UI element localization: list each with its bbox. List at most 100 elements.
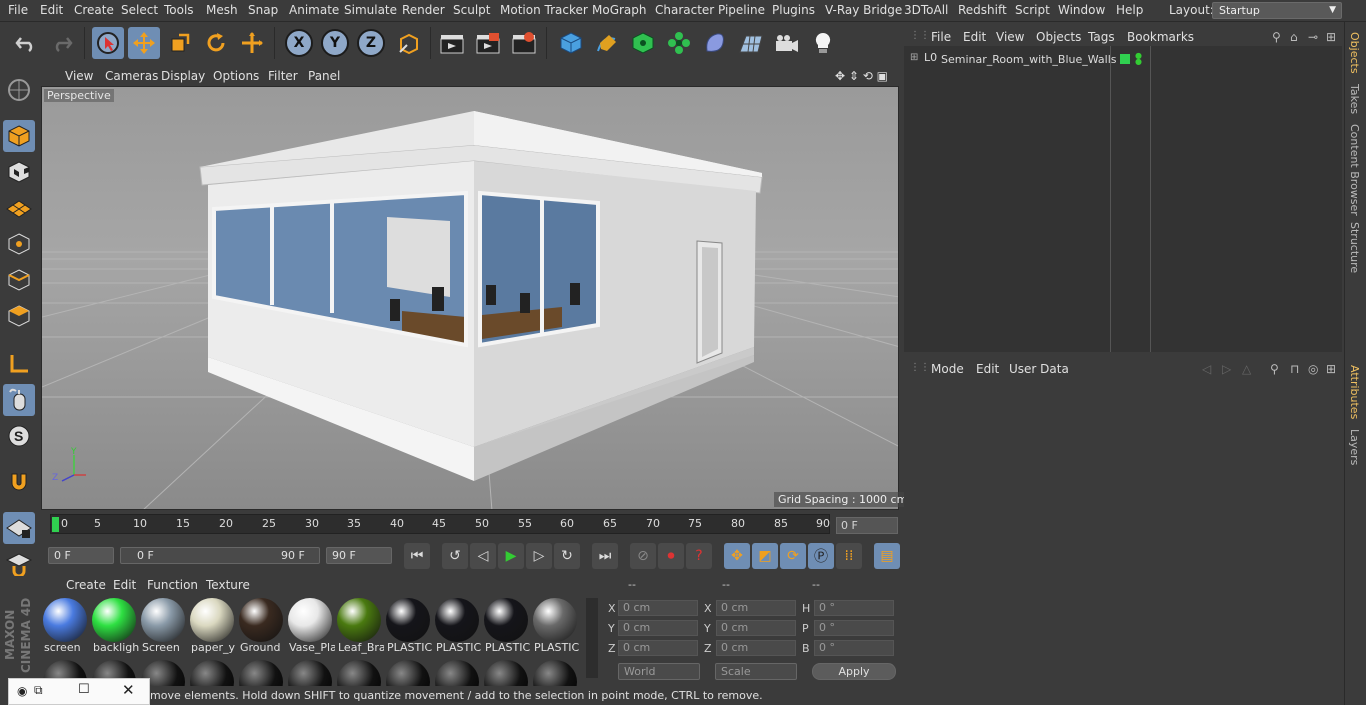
render-settings-button[interactable] bbox=[508, 27, 540, 59]
material-swatch[interactable]: PLASTIC bbox=[434, 596, 481, 654]
layout-select[interactable]: Startup ▼ bbox=[1212, 2, 1342, 19]
restore-icon[interactable]: ⧉ bbox=[34, 683, 43, 698]
coord-value-field[interactable]: 0 cm bbox=[618, 620, 698, 636]
menu-3dtoall[interactable]: 3DToAll bbox=[904, 3, 948, 17]
search-icon[interactable]: ⚲ bbox=[1272, 30, 1281, 44]
back-arrow-icon[interactable]: ◁ bbox=[1202, 362, 1211, 376]
attributes-menu-mode[interactable]: Mode bbox=[931, 362, 964, 376]
objects-menu-view[interactable]: View bbox=[996, 30, 1024, 44]
auto-keying-button[interactable]: ⏺ bbox=[658, 543, 684, 569]
coord-value-field[interactable]: 0 cm bbox=[618, 600, 698, 616]
scale-tool-button[interactable] bbox=[164, 27, 196, 59]
menu-sculpt[interactable]: Sculpt bbox=[453, 3, 490, 17]
material-swatch[interactable]: backligh bbox=[91, 596, 139, 654]
viewport-menu-display[interactable]: Display bbox=[161, 69, 205, 83]
menu-simulate[interactable]: Simulate bbox=[344, 3, 397, 17]
texture-mode-button[interactable] bbox=[3, 156, 35, 188]
camera-button[interactable] bbox=[771, 27, 803, 59]
objects-menu-bookmarks[interactable]: Bookmarks bbox=[1127, 30, 1194, 44]
objects-menu-tags[interactable]: Tags bbox=[1088, 30, 1115, 44]
attributes-menu-user-data[interactable]: User Data bbox=[1009, 362, 1069, 376]
coord-value-field[interactable]: 0 cm bbox=[618, 640, 698, 656]
axis-mode-button[interactable] bbox=[3, 348, 35, 380]
material-swatch[interactable]: screen bbox=[42, 596, 88, 654]
forward-arrow-icon[interactable]: ▷ bbox=[1222, 362, 1231, 376]
deformer-button[interactable] bbox=[699, 27, 731, 59]
render-picture-viewer-button[interactable] bbox=[472, 27, 504, 59]
viewport-menu-cameras[interactable]: Cameras bbox=[105, 69, 158, 83]
lock-icon[interactable]: ⊓ bbox=[1290, 362, 1299, 376]
snapping-button[interactable] bbox=[3, 466, 35, 498]
coord-value-field[interactable]: 0 cm bbox=[716, 600, 796, 616]
pen-spline-button[interactable] bbox=[591, 27, 623, 59]
menu-window[interactable]: Window bbox=[1058, 3, 1105, 17]
menu-snap[interactable]: Snap bbox=[248, 3, 278, 17]
undo-button[interactable] bbox=[10, 27, 42, 59]
viewport-menu-options[interactable]: Options bbox=[213, 69, 259, 83]
material-swatch[interactable]: paper_y bbox=[189, 596, 235, 654]
timeline-ruler[interactable]: 0 5 10 15 20 25 30 35 40 45 50 55 60 65 … bbox=[50, 514, 830, 534]
layer-color-swatch[interactable] bbox=[1120, 54, 1130, 64]
apply-button[interactable]: Apply bbox=[812, 663, 896, 680]
menu-plugins[interactable]: Plugins bbox=[772, 3, 815, 17]
timeline-window-button[interactable]: ▤ bbox=[874, 543, 900, 569]
menu-redshift[interactable]: Redshift bbox=[958, 3, 1007, 17]
menu-select[interactable]: Select bbox=[121, 3, 158, 17]
rotate-tool-button[interactable] bbox=[200, 27, 232, 59]
keyframe-selection-button[interactable]: ? bbox=[686, 543, 712, 569]
back-icon[interactable]: ⊸ bbox=[1308, 30, 1318, 44]
menu-script[interactable]: Script bbox=[1015, 3, 1050, 17]
menu-help[interactable]: Help bbox=[1116, 3, 1143, 17]
solo-mode-button[interactable]: S bbox=[3, 420, 35, 452]
viewport-menu-view[interactable]: View bbox=[65, 69, 93, 83]
tab-structure[interactable]: Structure bbox=[1348, 222, 1361, 273]
transform-tool-button[interactable] bbox=[236, 27, 268, 59]
polygons-mode-button[interactable] bbox=[3, 300, 35, 332]
objects-menu-file[interactable]: File bbox=[931, 30, 951, 44]
attributes-menu-edit[interactable]: Edit bbox=[976, 362, 999, 376]
material-menu-function[interactable]: Function bbox=[147, 578, 198, 592]
live-selection-button[interactable] bbox=[92, 27, 124, 59]
previous-frame-button[interactable]: ◁ bbox=[470, 543, 496, 569]
subdivision-button[interactable] bbox=[627, 27, 659, 59]
coord-value-field[interactable]: 0 cm bbox=[716, 640, 796, 656]
key-parameter-button[interactable]: Ⓟ bbox=[808, 543, 834, 569]
menu-render[interactable]: Render bbox=[402, 3, 445, 17]
go-to-end-button[interactable]: ⏭ bbox=[592, 543, 618, 569]
record-keys-button[interactable]: ⊘ bbox=[630, 543, 656, 569]
expand-panel-icon[interactable]: ⊞ bbox=[1326, 30, 1336, 44]
coord-value-field[interactable]: 0 ° bbox=[814, 640, 894, 656]
material-menu-create[interactable]: Create bbox=[66, 578, 106, 592]
viewport-nav-icons[interactable]: ✥ ⇕ ⟲ ▣ bbox=[835, 69, 888, 83]
menu-mesh[interactable]: Mesh bbox=[206, 3, 238, 17]
tab-content-browser[interactable]: Content Browser bbox=[1348, 124, 1361, 216]
menu-mograph[interactable]: MoGraph bbox=[592, 3, 647, 17]
menu-tools[interactable]: Tools bbox=[164, 3, 194, 17]
make-editable-button[interactable] bbox=[3, 74, 35, 106]
cloner-button[interactable] bbox=[663, 27, 695, 59]
workplane-mode-button[interactable] bbox=[3, 192, 35, 224]
z-axis-lock-button[interactable]: Z bbox=[357, 29, 385, 57]
start-frame-field[interactable]: 0 F bbox=[48, 547, 114, 564]
material-menu-edit[interactable]: Edit bbox=[113, 578, 136, 592]
y-axis-lock-button[interactable]: Y bbox=[321, 29, 349, 57]
floor-button[interactable] bbox=[735, 27, 767, 59]
3d-viewport[interactable]: Y Z bbox=[41, 86, 899, 510]
grid-snap-button[interactable] bbox=[3, 548, 35, 580]
points-mode-button[interactable] bbox=[3, 228, 35, 260]
search-icon[interactable]: ⚲ bbox=[1270, 362, 1279, 376]
expand-panel-icon[interactable]: ⊞ bbox=[1326, 362, 1336, 376]
cube-primitive-button[interactable] bbox=[555, 27, 587, 59]
menu-motion-tracker[interactable]: Motion Tracker bbox=[500, 3, 588, 17]
objects-menu-edit[interactable]: Edit bbox=[963, 30, 986, 44]
visibility-dots-icon[interactable]: ● ● bbox=[1135, 52, 1142, 66]
play-button[interactable]: ▶ bbox=[498, 543, 524, 569]
current-frame-field[interactable]: 0 F bbox=[836, 517, 898, 534]
menu-file[interactable]: File bbox=[8, 3, 28, 17]
tab-takes[interactable]: Takes bbox=[1348, 84, 1361, 114]
expand-icon[interactable]: ⊞ bbox=[910, 52, 918, 63]
tweak-mode-button[interactable] bbox=[3, 384, 35, 416]
material-swatch[interactable]: PLASTIC bbox=[483, 596, 530, 654]
menu-create[interactable]: Create bbox=[74, 3, 114, 17]
coordinate-space-select[interactable]: World bbox=[618, 663, 700, 680]
